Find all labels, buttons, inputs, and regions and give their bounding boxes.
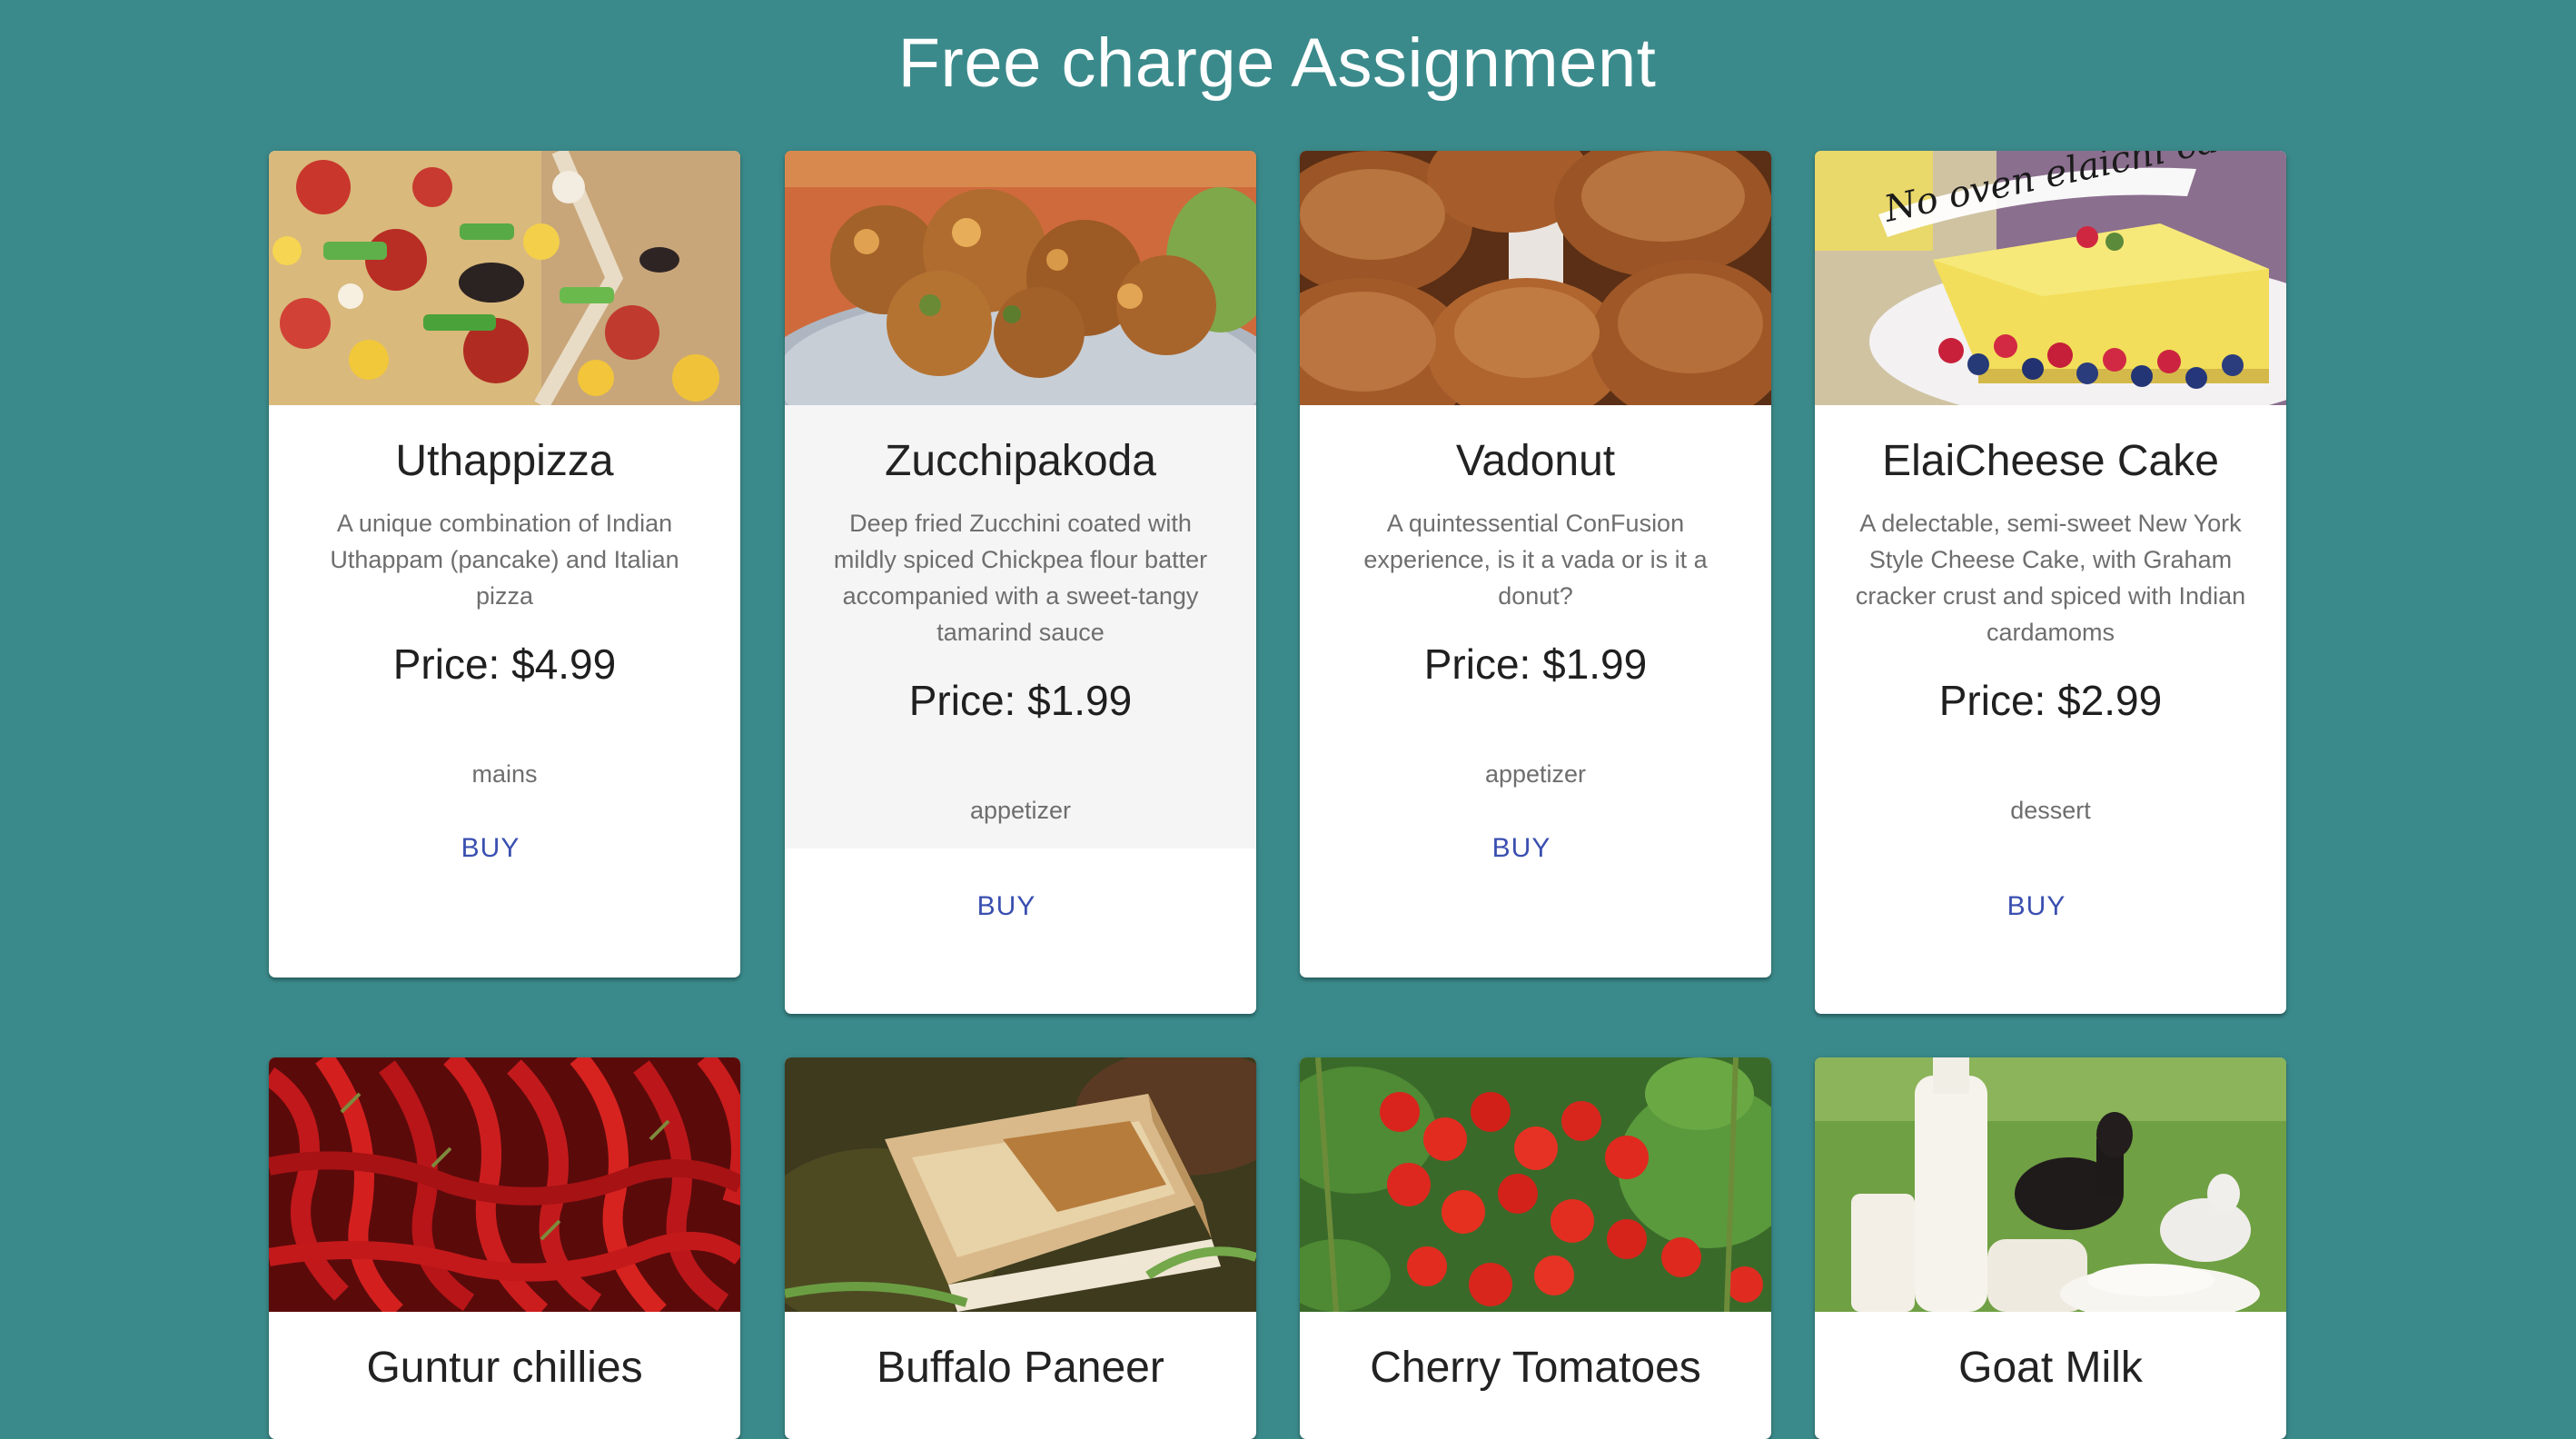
card-body: Vadonut A quintessential ConFusion exper… [1300, 405, 1771, 899]
card-body: Uthappizza A unique combination of India… [269, 405, 740, 899]
tomatoes-image[interactable] [1300, 1057, 1771, 1312]
dish-category: appetizer [1484, 760, 1587, 788]
dish-card-buffalo-paneer: Buffalo Paneer [785, 1057, 1256, 1439]
dish-category: appetizer [969, 797, 1072, 824]
vadonut-image[interactable] [1300, 151, 1771, 405]
dish-description: A delectable, semi-sweet New York Style … [1855, 510, 2246, 646]
dish-name: Goat Milk [1958, 1344, 2143, 1392]
buy-button[interactable]: BUY [943, 881, 1070, 932]
dish-name: Vadonut [1455, 437, 1616, 485]
dish-name: Uthappizza [395, 437, 614, 485]
dish-description: A unique combination of Indian Uthappam … [330, 510, 679, 610]
dish-price: Price: $2.99 [1938, 677, 2163, 724]
dish-card-guntur-chillies: Guntur chillies [269, 1057, 740, 1439]
buy-button[interactable]: BUY [427, 823, 554, 874]
dish-price: Price: $1.99 [908, 677, 1133, 724]
card-body: Guntur chillies [269, 1312, 740, 1394]
chillies-image[interactable] [269, 1057, 740, 1312]
paneer-image[interactable] [785, 1057, 1256, 1312]
card-body: Buffalo Paneer [785, 1312, 1256, 1394]
dish-description: Deep fried Zucchini coated with mildly s… [833, 510, 1208, 646]
card-actions: BUY [1300, 790, 1771, 899]
dish-name: Guntur chillies [366, 1344, 643, 1392]
card-body: Goat Milk [1815, 1312, 2286, 1394]
dish-card-vadonut: Vadonut A quintessential ConFusion exper… [1300, 151, 1771, 978]
buy-button[interactable]: BUY [1458, 823, 1585, 874]
pakoda-image[interactable] [785, 151, 1256, 405]
dish-name: Cherry Tomatoes [1370, 1344, 1701, 1392]
card-body: ElaiCheese Cake A delectable, semi-sweet… [1815, 405, 2286, 958]
dish-card-goat-milk: Goat Milk [1815, 1057, 2286, 1439]
dish-name: Buffalo Paneer [877, 1344, 1164, 1392]
dish-card-cherry-tomatoes: Cherry Tomatoes [1300, 1057, 1771, 1439]
buy-button[interactable]: BUY [1973, 881, 2100, 932]
dish-name: Zucchipakoda [885, 437, 1156, 485]
goat-milk-image[interactable] [1815, 1057, 2286, 1312]
card-actions: BUY [269, 790, 740, 899]
pizza-image[interactable] [269, 151, 740, 405]
dish-description: A quintessential ConFusion experience, i… [1363, 510, 1708, 610]
page-title: Free charge Assignment [897, 25, 1657, 102]
cheesecake-image[interactable]: No oven elaichi cake [1815, 151, 2286, 405]
dish-card-elaicheese-cake: No oven elaichi cake ElaiCheese Cake A d… [1815, 151, 2286, 1014]
card-actions: BUY [785, 849, 1256, 958]
dish-card-uthappizza: Uthappizza A unique combination of India… [269, 151, 740, 978]
dish-category: mains [471, 760, 538, 788]
dish-price: Price: $4.99 [392, 640, 617, 688]
dish-category: dessert [2010, 797, 2091, 824]
card-actions: BUY [1815, 849, 2286, 958]
card-body: Zucchipakoda Deep fried Zucchini coated … [785, 405, 1256, 958]
dish-card-zucchipakoda: Zucchipakoda Deep fried Zucchini coated … [785, 151, 1256, 1014]
dish-name: ElaiCheese Cake [1882, 437, 2219, 485]
dish-price: Price: $1.99 [1423, 640, 1648, 688]
card-body: Cherry Tomatoes [1300, 1312, 1771, 1394]
